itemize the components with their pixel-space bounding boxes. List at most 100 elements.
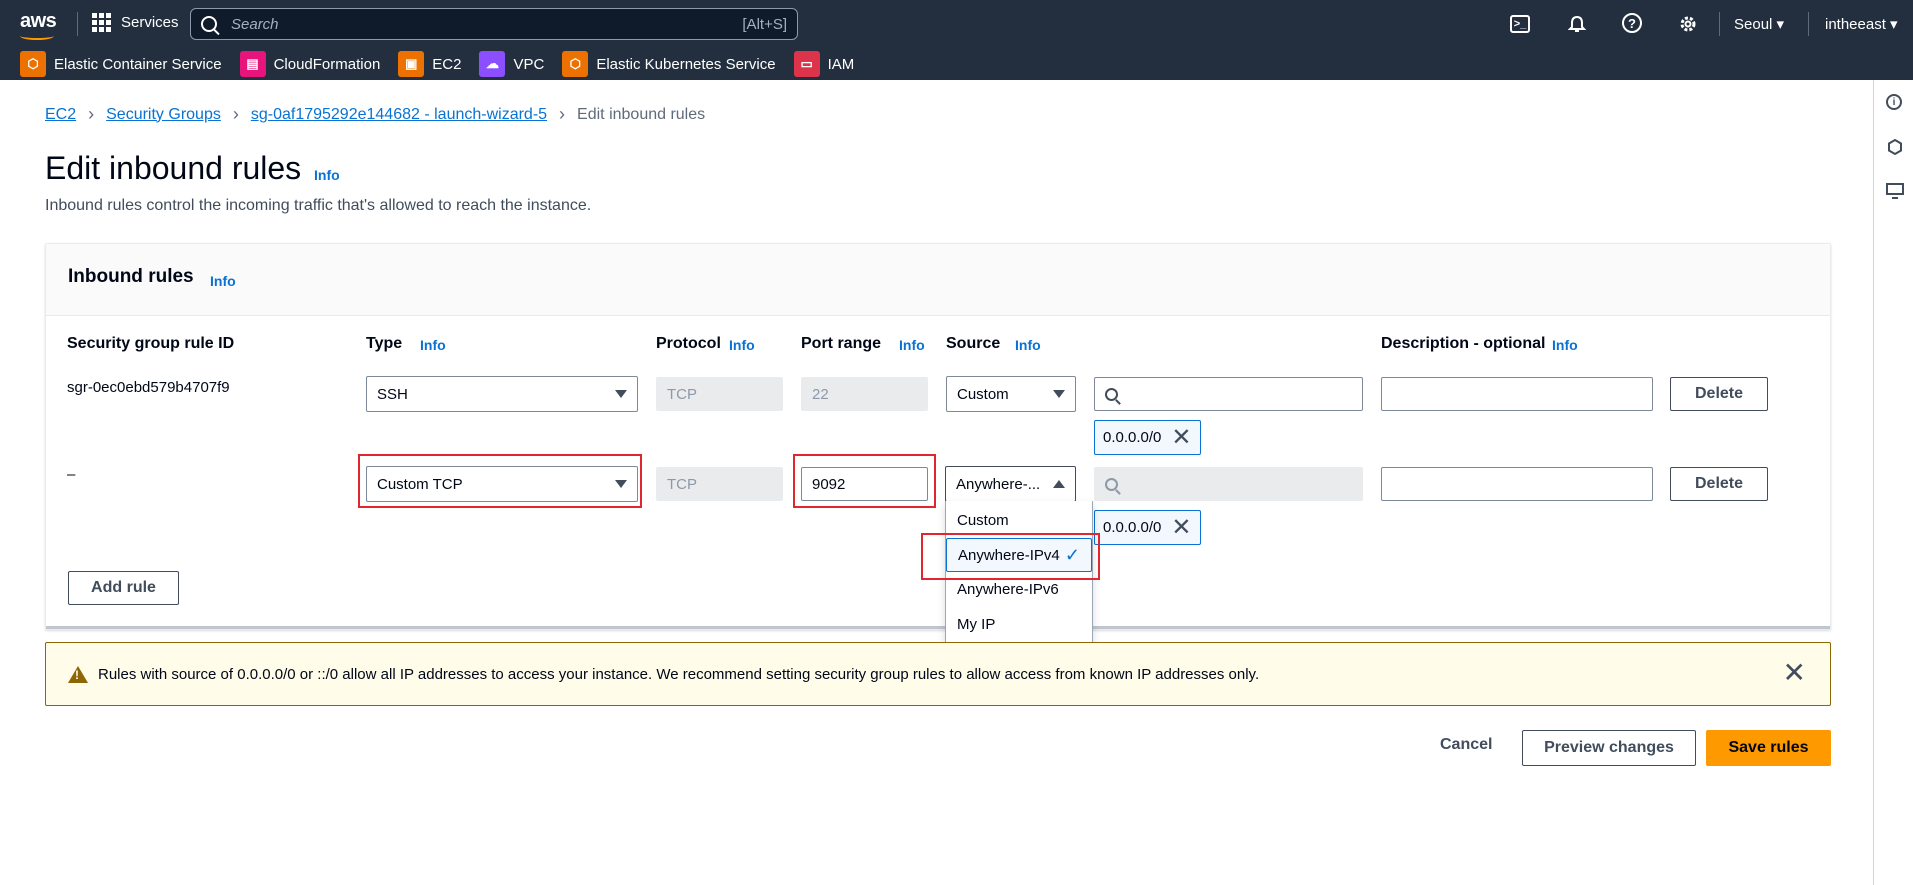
- services-label: Services: [121, 14, 179, 31]
- breadcrumb: EC2 › Security Groups › sg-0af1795292e14…: [45, 104, 705, 125]
- alert-text: Rules with source of 0.0.0.0/0 or ::/0 a…: [98, 665, 1260, 683]
- source-select-row1[interactable]: Custom: [946, 376, 1076, 412]
- col-header-protocol: Protocol: [656, 335, 721, 352]
- source-select-value: Anywhere-...: [956, 475, 1041, 493]
- search-icon: [201, 16, 217, 32]
- nav-primary-row: aws Services Search [Alt+S] >_ ? Seoul ▾…: [0, 0, 1913, 48]
- breadcrumb-security-group[interactable]: sg-0af1795292e144682 - launch-wizard-5: [251, 106, 547, 124]
- token-value: 0.0.0.0/0: [1103, 429, 1162, 446]
- col-header-port-range: Port range: [801, 335, 882, 352]
- source-select-value: Custom: [957, 385, 1009, 403]
- highlight-anywhere-ipv4: [921, 533, 1100, 580]
- search-icon: [1105, 387, 1118, 401]
- cloudformation-icon: ▤: [239, 51, 266, 77]
- ecs-icon: ⬡: [20, 51, 46, 77]
- search-input[interactable]: Search [Alt+S]: [190, 8, 798, 40]
- favorites-bar: ⬡ Elastic Container Service ▤ CloudFormati…: [0, 48, 1913, 80]
- save-rules-button[interactable]: Save rules: [1706, 730, 1831, 766]
- favorite-label: CloudFormation: [273, 55, 381, 73]
- tools-panel: i: [1873, 80, 1913, 885]
- region-selector[interactable]: Seoul ▾: [1734, 15, 1784, 33]
- aws-logo[interactable]: aws: [20, 10, 57, 40]
- breadcrumb-ec2[interactable]: EC2: [45, 106, 76, 124]
- col-header-rule-id: Security group rule ID: [67, 335, 235, 352]
- panel-title: Inbound rules: [68, 266, 194, 287]
- preview-label: Preview changes: [1544, 739, 1674, 756]
- search-icon: [1105, 477, 1118, 491]
- help-icon[interactable]: ?: [1622, 13, 1642, 33]
- grid-menu-icon: [92, 13, 111, 32]
- dropdown-option-my-ip[interactable]: My IP: [946, 607, 1092, 641]
- warning-icon: [68, 665, 88, 683]
- type-info-link[interactable]: Info: [420, 337, 446, 353]
- vpc-icon: ☁: [479, 51, 506, 77]
- caret-up-icon: [1053, 480, 1065, 488]
- services-menu-button[interactable]: Services: [92, 13, 179, 32]
- panel-info-link[interactable]: Info: [210, 273, 236, 289]
- delete-button-row2[interactable]: Delete: [1670, 467, 1768, 501]
- port-range-info-link[interactable]: Info: [899, 337, 925, 353]
- favorite-ecs[interactable]: ⬡ Elastic Container Service: [20, 51, 222, 77]
- port-value: 22: [812, 385, 829, 403]
- close-icon[interactable]: ✕: [1783, 659, 1806, 687]
- delete-button-row1[interactable]: Delete: [1670, 377, 1768, 411]
- token-value: 0.0.0.0/0: [1103, 519, 1162, 536]
- favorite-ec2[interactable]: ▣ EC2: [398, 51, 461, 77]
- nav-divider: [77, 12, 78, 36]
- delete-label: Delete: [1694, 385, 1744, 402]
- type-select-row1[interactable]: SSH: [366, 376, 638, 412]
- description-input-row2[interactable]: [1381, 467, 1653, 501]
- resources-icon[interactable]: [1886, 138, 1904, 156]
- description-input-row1[interactable]: [1381, 377, 1653, 411]
- aws-logo-text: aws: [20, 10, 57, 32]
- breadcrumb-security-groups[interactable]: Security Groups: [106, 106, 221, 124]
- favorite-vpc[interactable]: ☁ VPC: [479, 51, 544, 77]
- protocol-value: TCP: [667, 475, 697, 493]
- dropdown-option-custom[interactable]: Custom: [946, 503, 1092, 537]
- favorite-label: Elastic Container Service: [54, 55, 222, 73]
- option-label: My IP: [957, 615, 996, 633]
- port-field-row1: 22: [801, 377, 928, 411]
- close-icon[interactable]: ✕: [1171, 425, 1191, 450]
- chevron-right-icon: ›: [559, 104, 566, 124]
- favorite-label: IAM: [827, 55, 855, 73]
- screen-icon[interactable]: [1886, 182, 1904, 200]
- cidr-search-input-row2: [1094, 467, 1363, 501]
- highlight-type: [358, 454, 642, 508]
- favorite-eks[interactable]: ⬡ Elastic Kubernetes Service: [562, 51, 776, 77]
- search-shortcut: [Alt+S]: [742, 15, 787, 33]
- info-panel-icon[interactable]: i: [1886, 94, 1902, 110]
- nav-divider-account: [1808, 12, 1809, 36]
- cidr-token-row2: 0.0.0.0/0 ✕: [1094, 510, 1201, 545]
- cloudshell-icon[interactable]: >_: [1510, 15, 1530, 33]
- option-label: Custom: [957, 511, 1009, 529]
- panel-header: [46, 244, 1830, 316]
- col-header-type: Type: [366, 335, 403, 352]
- aws-smile-icon: [20, 32, 54, 40]
- panel-bottom-border: [46, 626, 1830, 629]
- page-description: Inbound rules control the incoming traff…: [45, 197, 592, 214]
- iam-icon: ▭: [793, 51, 820, 77]
- top-navigation: aws Services Search [Alt+S] >_ ? Seoul ▾…: [0, 0, 1913, 80]
- type-select-value: SSH: [377, 385, 408, 403]
- protocol-info-link[interactable]: Info: [729, 337, 755, 353]
- cancel-button[interactable]: Cancel: [1440, 736, 1492, 754]
- source-info-link[interactable]: Info: [1015, 337, 1041, 353]
- protocol-value: TCP: [667, 385, 697, 403]
- account-menu[interactable]: intheeast ▾: [1825, 15, 1898, 33]
- description-info-link[interactable]: Info: [1552, 337, 1578, 353]
- caret-down-icon: [615, 390, 627, 398]
- close-icon[interactable]: ✕: [1171, 515, 1191, 540]
- favorite-cloudformation[interactable]: ▤ CloudFormation: [239, 51, 381, 77]
- add-rule-button[interactable]: Add rule: [68, 571, 179, 605]
- preview-changes-button[interactable]: Preview changes: [1522, 730, 1696, 766]
- protocol-field-row2: TCP: [656, 467, 783, 501]
- eks-icon: ⬡: [562, 51, 589, 77]
- bell-icon[interactable]: [1566, 13, 1588, 35]
- cidr-search-input-row1[interactable]: [1094, 377, 1363, 411]
- rule-id-cell: sgr-0ec0ebd579b4707f9: [67, 379, 230, 396]
- source-select-row2[interactable]: Anywhere-...: [945, 466, 1076, 502]
- favorite-iam[interactable]: ▭ IAM: [793, 51, 855, 77]
- page-info-link[interactable]: Info: [314, 167, 340, 183]
- gear-icon[interactable]: [1677, 13, 1699, 35]
